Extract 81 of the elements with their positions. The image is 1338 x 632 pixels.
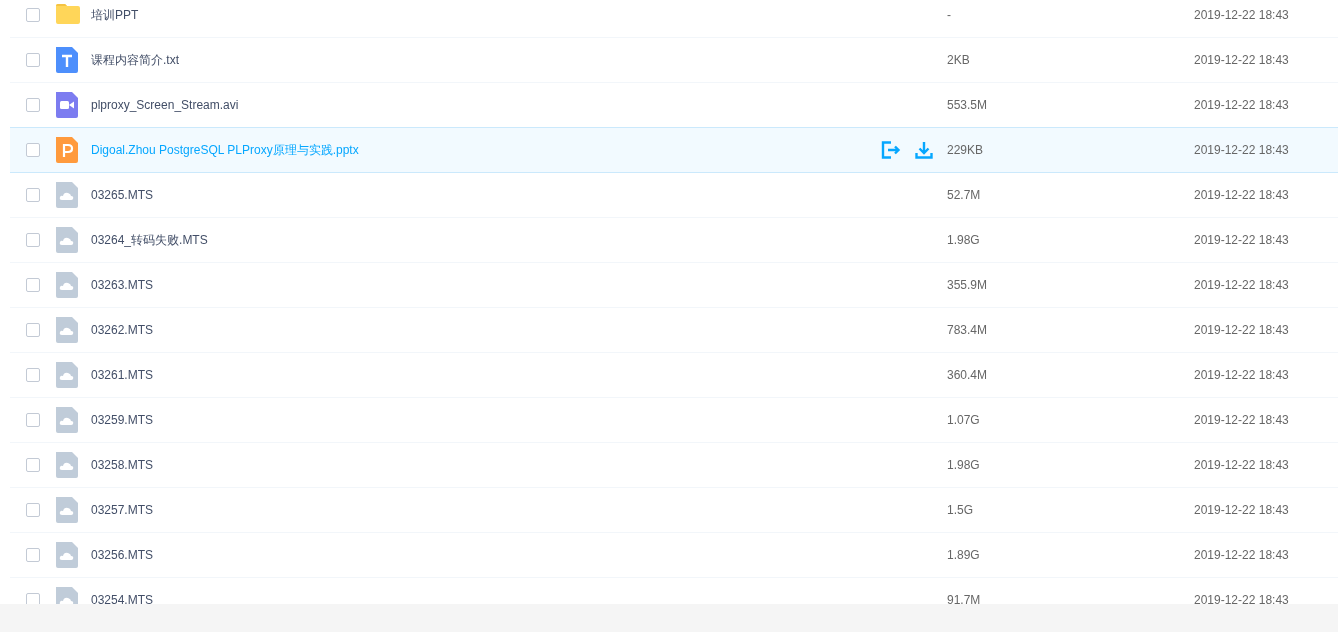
cloud-file-icon (55, 407, 81, 433)
cloud-file-icon (55, 182, 81, 208)
checkbox[interactable] (25, 458, 40, 472)
file-name[interactable]: 03262.MTS (91, 323, 154, 337)
file-row[interactable]: 03261.MTS 360.4M 2019-12-22 18:43 (10, 352, 1338, 398)
file-row[interactable]: 培训PPT - 2019-12-22 18:43 (10, 0, 1338, 38)
file-row[interactable]: 03257.MTS 1.5G 2019-12-22 18:43 (10, 487, 1338, 533)
file-row[interactable]: 03264_转码失败.MTS 1.98G 2019-12-22 18:43 (10, 217, 1338, 263)
file-size: 360.4M (947, 368, 989, 382)
file-name[interactable]: 课程内容简介.txt (91, 52, 179, 67)
file-size: 1.89G (947, 548, 981, 562)
cloud-file-icon (55, 272, 81, 298)
checkbox[interactable] (25, 278, 40, 292)
modified-date: 2019-12-22 18:43 (1194, 188, 1290, 202)
checkbox[interactable] (25, 98, 40, 112)
modified-date: 2019-12-22 18:43 (1194, 413, 1290, 427)
file-name[interactable]: 03265.MTS (91, 188, 154, 202)
checkbox[interactable] (25, 53, 40, 67)
checkbox[interactable] (25, 593, 40, 604)
modified-date: 2019-12-22 18:43 (1194, 143, 1290, 157)
file-name[interactable]: 培训PPT (91, 7, 139, 22)
file-size: - (947, 8, 952, 22)
file-size: 1.98G (947, 233, 981, 247)
cloud-file-icon (55, 362, 81, 388)
modified-date: 2019-12-22 18:43 (1194, 53, 1290, 67)
file-name[interactable]: 03254.MTS (91, 593, 154, 604)
video-file-icon (55, 92, 81, 118)
file-row[interactable]: 课程内容简介.txt 2KB 2019-12-22 18:43 (10, 37, 1338, 83)
checkbox[interactable] (25, 368, 40, 382)
modified-date: 2019-12-22 18:43 (1194, 503, 1290, 517)
modified-date: 2019-12-22 18:43 (1194, 548, 1290, 562)
file-name[interactable]: 03261.MTS (91, 368, 154, 382)
file-name[interactable]: 03258.MTS (91, 458, 154, 472)
text-file-icon (55, 47, 81, 73)
cloud-file-icon (55, 227, 81, 253)
file-size: 1.5G (947, 503, 974, 517)
file-name[interactable]: 03256.MTS (91, 548, 154, 562)
file-row[interactable]: 03259.MTS 1.07G 2019-12-22 18:43 (10, 397, 1338, 443)
modified-date: 2019-12-22 18:43 (1194, 323, 1290, 337)
file-name[interactable]: 03259.MTS (91, 413, 154, 427)
file-row[interactable]: 03256.MTS 1.89G 2019-12-22 18:43 (10, 532, 1338, 578)
checkbox[interactable] (25, 548, 40, 562)
cloud-file-icon (55, 452, 81, 478)
file-row[interactable]: 03265.MTS 52.7M 2019-12-22 18:43 (10, 172, 1338, 218)
file-name[interactable]: 03263.MTS (91, 278, 154, 292)
file-row[interactable]: 03263.MTS 355.9M 2019-12-22 18:43 (10, 262, 1338, 308)
checkbox[interactable] (25, 413, 40, 427)
modified-date: 2019-12-22 18:43 (1194, 458, 1290, 472)
file-name[interactable]: plproxy_Screen_Stream.avi (91, 98, 239, 112)
modified-date: 2019-12-22 18:43 (1194, 368, 1290, 382)
file-size: 229KB (947, 143, 985, 157)
file-name[interactable]: 03264_转码失败.MTS (91, 232, 208, 247)
cloud-file-icon (55, 317, 81, 343)
cloud-file-icon (55, 497, 81, 523)
file-row[interactable]: Digoal.Zhou PostgreSQL PLProxy原理与实践.pptx 229KB 2019-12-22 18:43 (10, 127, 1338, 173)
modified-date: 2019-12-22 18:43 (1194, 278, 1290, 292)
download-icon[interactable] (915, 141, 933, 159)
file-size: 2KB (947, 53, 971, 67)
checkbox[interactable] (25, 503, 40, 517)
file-name[interactable]: 03257.MTS (91, 503, 154, 517)
modified-date: 2019-12-22 18:43 (1194, 8, 1290, 22)
modified-date: 2019-12-22 18:43 (1194, 98, 1290, 112)
checkbox[interactable] (25, 8, 40, 22)
file-size: 1.98G (947, 458, 981, 472)
file-size: 553.5M (947, 98, 989, 112)
export-icon[interactable] (881, 141, 901, 159)
file-size: 1.07G (947, 413, 981, 427)
file-row[interactable]: 03262.MTS 783.4M 2019-12-22 18:43 (10, 307, 1338, 353)
checkbox[interactable] (25, 323, 40, 337)
file-row[interactable]: 03258.MTS 1.98G 2019-12-22 18:43 (10, 442, 1338, 488)
checkbox[interactable] (25, 143, 40, 157)
file-size: 355.9M (947, 278, 989, 292)
file-size: 52.7M (947, 188, 982, 202)
file-size: 783.4M (947, 323, 989, 337)
slides-file-icon (55, 137, 81, 163)
checkbox[interactable] (25, 233, 40, 247)
checkbox[interactable] (25, 188, 40, 202)
cloud-file-icon (55, 542, 81, 568)
modified-date: 2019-12-22 18:43 (1194, 233, 1290, 247)
file-size: 91.7M (947, 593, 982, 604)
modified-date: 2019-12-22 18:43 (1194, 593, 1290, 604)
